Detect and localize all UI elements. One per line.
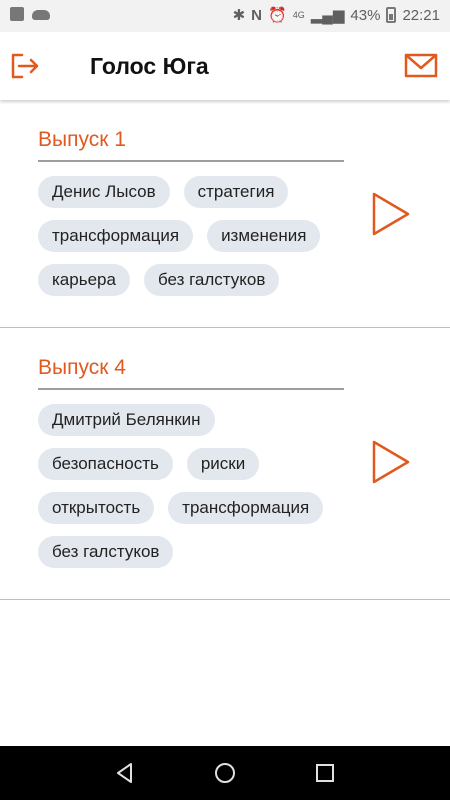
episode-card: Выпуск 4 Дмитрий Белянкин безопасность р… xyxy=(0,342,450,600)
battery-icon xyxy=(386,7,397,23)
status-bar: ✱ N ⏰ 4G ▂▄▆ 43% 22:21 xyxy=(0,0,450,32)
tag[interactable]: безопасность xyxy=(38,448,173,480)
tag[interactable]: риски xyxy=(186,448,260,480)
tag-row: Денис Лысов стратегия xyxy=(38,176,348,208)
notification-icon xyxy=(10,7,24,21)
logout-icon xyxy=(11,53,39,79)
status-right: ✱ N ⏰ 4G ▂▄▆ 43% 22:21 xyxy=(232,6,440,25)
mail-icon xyxy=(404,53,438,78)
page-title: Голос Юга xyxy=(90,53,209,79)
battery-percent: 43% xyxy=(350,6,381,24)
tag-row: открытость трансформация xyxy=(38,492,348,524)
nfc-icon: N xyxy=(251,6,263,24)
play-button[interactable] xyxy=(370,191,412,237)
tag-list: Дмитрий Белянкин безопасность риски откр… xyxy=(38,404,348,580)
tag[interactable]: трансформация xyxy=(38,220,194,252)
app-bar: Голос Юга xyxy=(0,32,450,100)
tag-row: без галстуков xyxy=(38,536,348,568)
back-icon xyxy=(117,763,132,783)
tag[interactable]: открытость xyxy=(38,492,155,524)
signal-icon: ▂▄▆ xyxy=(310,7,345,24)
tag-list: Денис Лысов стратегия трансформация изме… xyxy=(38,176,348,308)
tag[interactable]: Денис Лысов xyxy=(38,176,170,208)
tag[interactable]: без галстуков xyxy=(38,536,174,568)
tag-row: трансформация изменения xyxy=(38,220,348,252)
clock: 22:21 xyxy=(402,6,440,24)
tag[interactable]: трансформация xyxy=(168,492,324,524)
play-button[interactable] xyxy=(370,439,412,485)
play-icon xyxy=(372,440,410,484)
episode-title[interactable]: Выпуск 4 xyxy=(38,356,126,380)
tag[interactable]: изменения xyxy=(207,220,321,252)
recents-icon xyxy=(316,764,334,782)
system-nav-bar xyxy=(0,746,450,800)
episode-card: Выпуск 1 Денис Лысов стратегия трансформ… xyxy=(0,114,450,328)
tag[interactable]: карьера xyxy=(38,264,130,296)
tag[interactable]: без галстуков xyxy=(143,264,280,296)
alarm-icon: ⏰ xyxy=(268,7,287,24)
tag[interactable]: Дмитрий Белянкин xyxy=(38,404,215,436)
bluetooth-icon: ✱ xyxy=(232,7,246,24)
back-button[interactable] xyxy=(113,761,137,785)
home-icon xyxy=(215,763,235,783)
tag-row: Дмитрий Белянкин xyxy=(38,404,348,436)
logout-button[interactable] xyxy=(10,52,40,80)
status-left xyxy=(10,7,50,21)
tag-row: карьера без галстуков xyxy=(38,264,348,296)
episode-title[interactable]: Выпуск 1 xyxy=(38,128,126,152)
tag-row: безопасность риски xyxy=(38,448,348,480)
recents-button[interactable] xyxy=(313,761,337,785)
mail-button[interactable] xyxy=(404,52,438,80)
network-type: 4G xyxy=(292,10,305,20)
cloud-icon xyxy=(32,10,50,20)
title-underline xyxy=(38,160,344,162)
play-icon xyxy=(372,192,410,236)
home-button[interactable] xyxy=(213,761,237,785)
title-underline xyxy=(38,388,344,390)
tag[interactable]: стратегия xyxy=(183,176,289,208)
